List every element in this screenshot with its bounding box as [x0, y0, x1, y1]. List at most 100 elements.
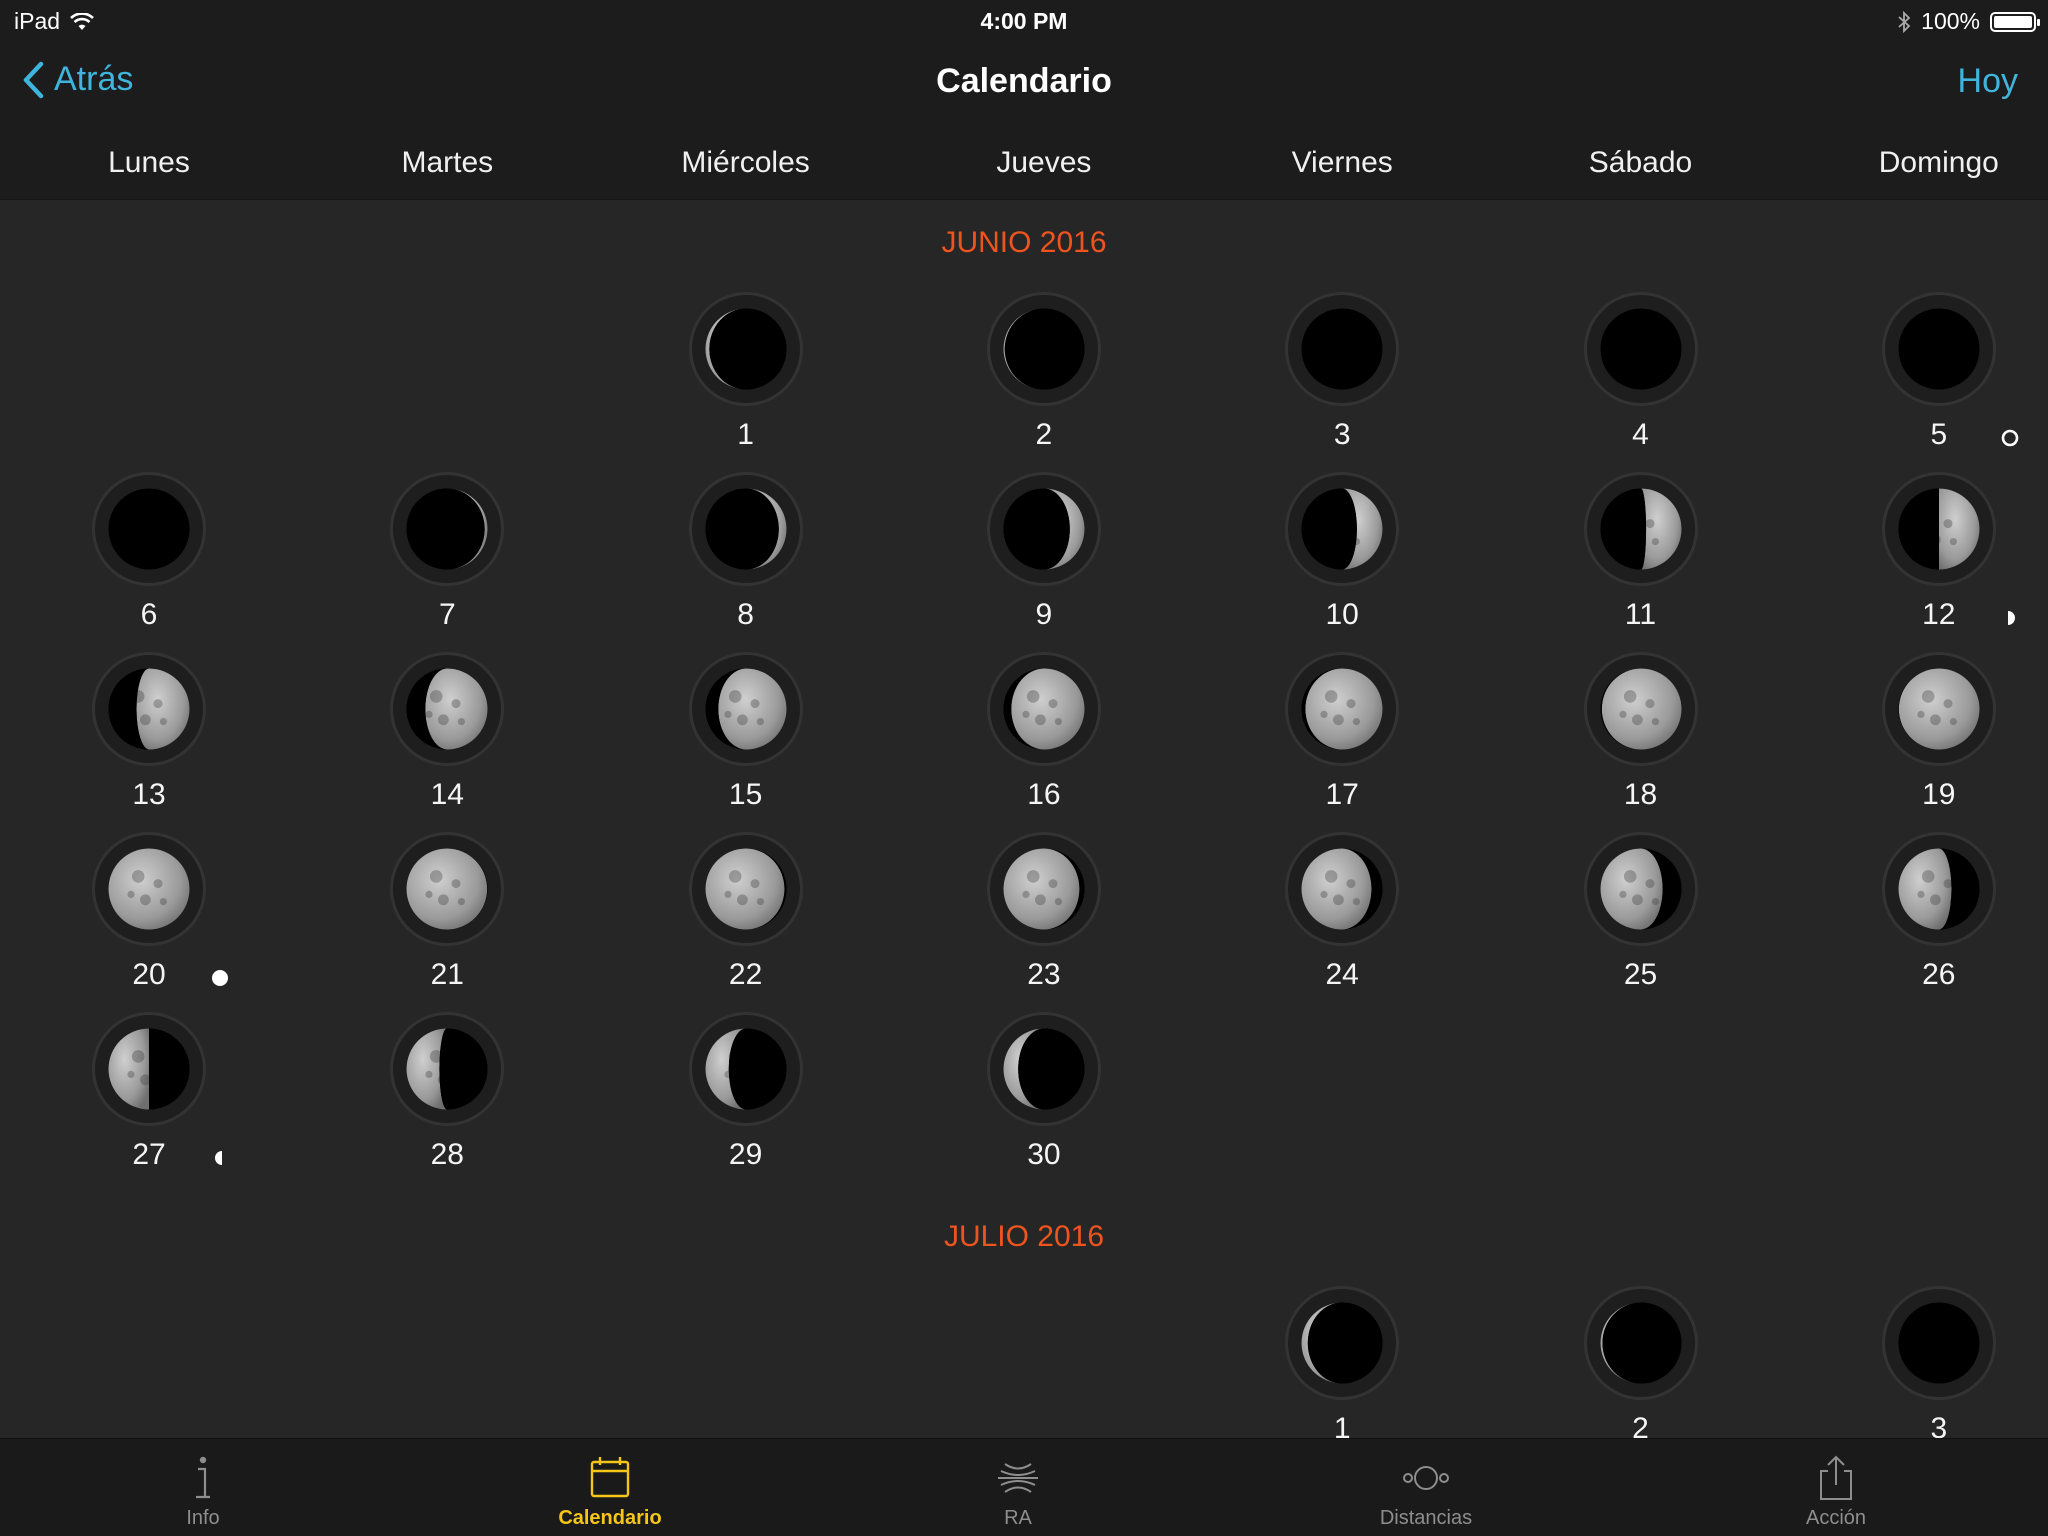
tab-accin[interactable]: Acción: [1686, 1439, 1986, 1536]
moon-icon: [1003, 1028, 1085, 1110]
day-number: 17: [1325, 778, 1359, 811]
weekday-label: Miércoles: [681, 146, 810, 179]
day-cell[interactable]: 19: [1790, 652, 2048, 822]
day-cell[interactable]: 13: [0, 652, 298, 822]
moon-icon: [705, 848, 787, 930]
moon-calendar[interactable]: JUNIO 2016 1 2 3 4 5 6 7 8 9 10 11 12 13 14 15 16 17 18 19 2…: [0, 200, 2048, 1438]
tab-calendario[interactable]: Calendario: [460, 1439, 760, 1536]
app-root: iPad 4:00 PM 100% Atrás Calendario Hoy L…: [0, 0, 2048, 1536]
day-cell[interactable]: 12: [1790, 472, 2048, 642]
day-cell[interactable]: 9: [895, 472, 1193, 642]
tab-label: Calendario: [558, 1507, 662, 1529]
moon-frame: [390, 1012, 505, 1126]
moon-frame: [390, 472, 505, 586]
day-cell[interactable]: 22: [597, 832, 895, 1002]
page-title: Calendario: [936, 62, 1112, 100]
day-number: 25: [1623, 958, 1658, 991]
back-button[interactable]: Atrás: [22, 60, 133, 99]
day-cell[interactable]: 15: [597, 652, 895, 822]
day-cell[interactable]: 18: [1492, 652, 1790, 822]
ar-icon: [998, 1463, 1038, 1493]
day-number: 22: [728, 958, 763, 991]
moon-frame: [1583, 832, 1698, 946]
weekday-label: Domingo: [1878, 146, 1999, 179]
day-number: 4: [1632, 418, 1649, 451]
moon-frame: [92, 1012, 206, 1126]
moon-frame: [92, 472, 206, 586]
day-cell[interactable]: 2: [1492, 1286, 1790, 1438]
moon-frame: [92, 832, 206, 946]
day-cell[interactable]: 4: [1492, 292, 1790, 462]
day-cell[interactable]: 30: [895, 1012, 1193, 1182]
day-number: 23: [1027, 958, 1061, 991]
moon-icon: [1898, 848, 1980, 930]
status-right: 100%: [1897, 8, 2040, 35]
day-cell[interactable]: 17: [1193, 652, 1491, 822]
moon-icon: [1301, 308, 1383, 390]
moon-frame: [688, 1012, 803, 1126]
moon-icon: [1003, 488, 1085, 570]
day-cell[interactable]: 27: [0, 1012, 298, 1182]
day-cell[interactable]: 2: [895, 292, 1193, 462]
battery-level: [1994, 15, 2032, 28]
day-cell[interactable]: 23: [895, 832, 1193, 1002]
day-cell[interactable]: 16: [895, 652, 1193, 822]
day-cell[interactable]: 1: [597, 292, 895, 462]
day-cell[interactable]: 11: [1492, 472, 1790, 642]
battery-percent: 100%: [1921, 8, 1980, 34]
day-cell[interactable]: 25: [1492, 832, 1790, 1002]
moon-frame: [390, 652, 505, 766]
moon-frame: [1881, 472, 1996, 586]
moon-icon: [406, 848, 488, 930]
moon-icon: [1600, 848, 1681, 930]
moon-frame: [688, 472, 803, 586]
day-cell[interactable]: 5: [1790, 292, 2048, 462]
day-cell[interactable]: 1: [1193, 1286, 1491, 1438]
day-number: 6: [140, 598, 158, 631]
day-cell[interactable]: 26: [1790, 832, 2048, 1002]
moon-icon: [1898, 1302, 1980, 1384]
day-number: 8: [737, 598, 754, 631]
tab-ra[interactable]: RA: [868, 1439, 1168, 1536]
weekday-header: Lunes Martes Miércoles Jueves Viernes Sábado D…: [0, 126, 2048, 200]
moon-icon: [1898, 668, 1980, 750]
battery-icon: [1990, 11, 2040, 32]
tab-info[interactable]: Info: [53, 1439, 353, 1536]
moon-icon: [1600, 308, 1681, 390]
day-cell[interactable]: 28: [298, 1012, 596, 1182]
tab-label: Info: [186, 1507, 220, 1529]
status-time: 4:00 PM: [980, 8, 1068, 34]
moon-frame: [688, 832, 803, 946]
moon-frame: [986, 1012, 1101, 1126]
day-cell[interactable]: 3: [1790, 1286, 2048, 1438]
day-number: 3: [1333, 418, 1351, 451]
day-cell[interactable]: 29: [597, 1012, 895, 1182]
day-cell[interactable]: 24: [1193, 832, 1491, 1002]
moon-icon: [1003, 848, 1085, 930]
day-cell[interactable]: 6: [0, 472, 298, 642]
day-cell[interactable]: 8: [597, 472, 895, 642]
day-cell[interactable]: 20: [0, 832, 298, 1002]
day-cell[interactable]: 21: [298, 832, 596, 1002]
day-number: 19: [1922, 778, 1956, 811]
weekday-label: Viernes: [1291, 146, 1393, 179]
moon-icon: [1003, 668, 1085, 750]
month-title: JUNIO 2016: [941, 226, 1107, 259]
tab-distancias[interactable]: Distancias: [1276, 1439, 1576, 1536]
today-button[interactable]: Hoy: [1958, 62, 2018, 101]
day-cell[interactable]: 10: [1193, 472, 1491, 642]
moon-frame: [986, 652, 1101, 766]
day-number: 1: [1333, 1412, 1351, 1438]
day-cell[interactable]: 14: [298, 652, 596, 822]
day-cell[interactable]: 3: [1193, 292, 1491, 462]
moon-frame: [986, 832, 1101, 946]
moon-frame: [1881, 292, 1996, 406]
moon-frame: [1881, 832, 1996, 946]
moon-icon: [406, 668, 488, 750]
day-cell[interactable]: 7: [298, 472, 596, 642]
weekday-label: Martes: [401, 146, 494, 179]
day-number: 21: [430, 958, 464, 991]
moon-frame: [1583, 472, 1698, 586]
moon-icon: [1301, 668, 1383, 750]
moon-icon: [108, 1028, 190, 1110]
